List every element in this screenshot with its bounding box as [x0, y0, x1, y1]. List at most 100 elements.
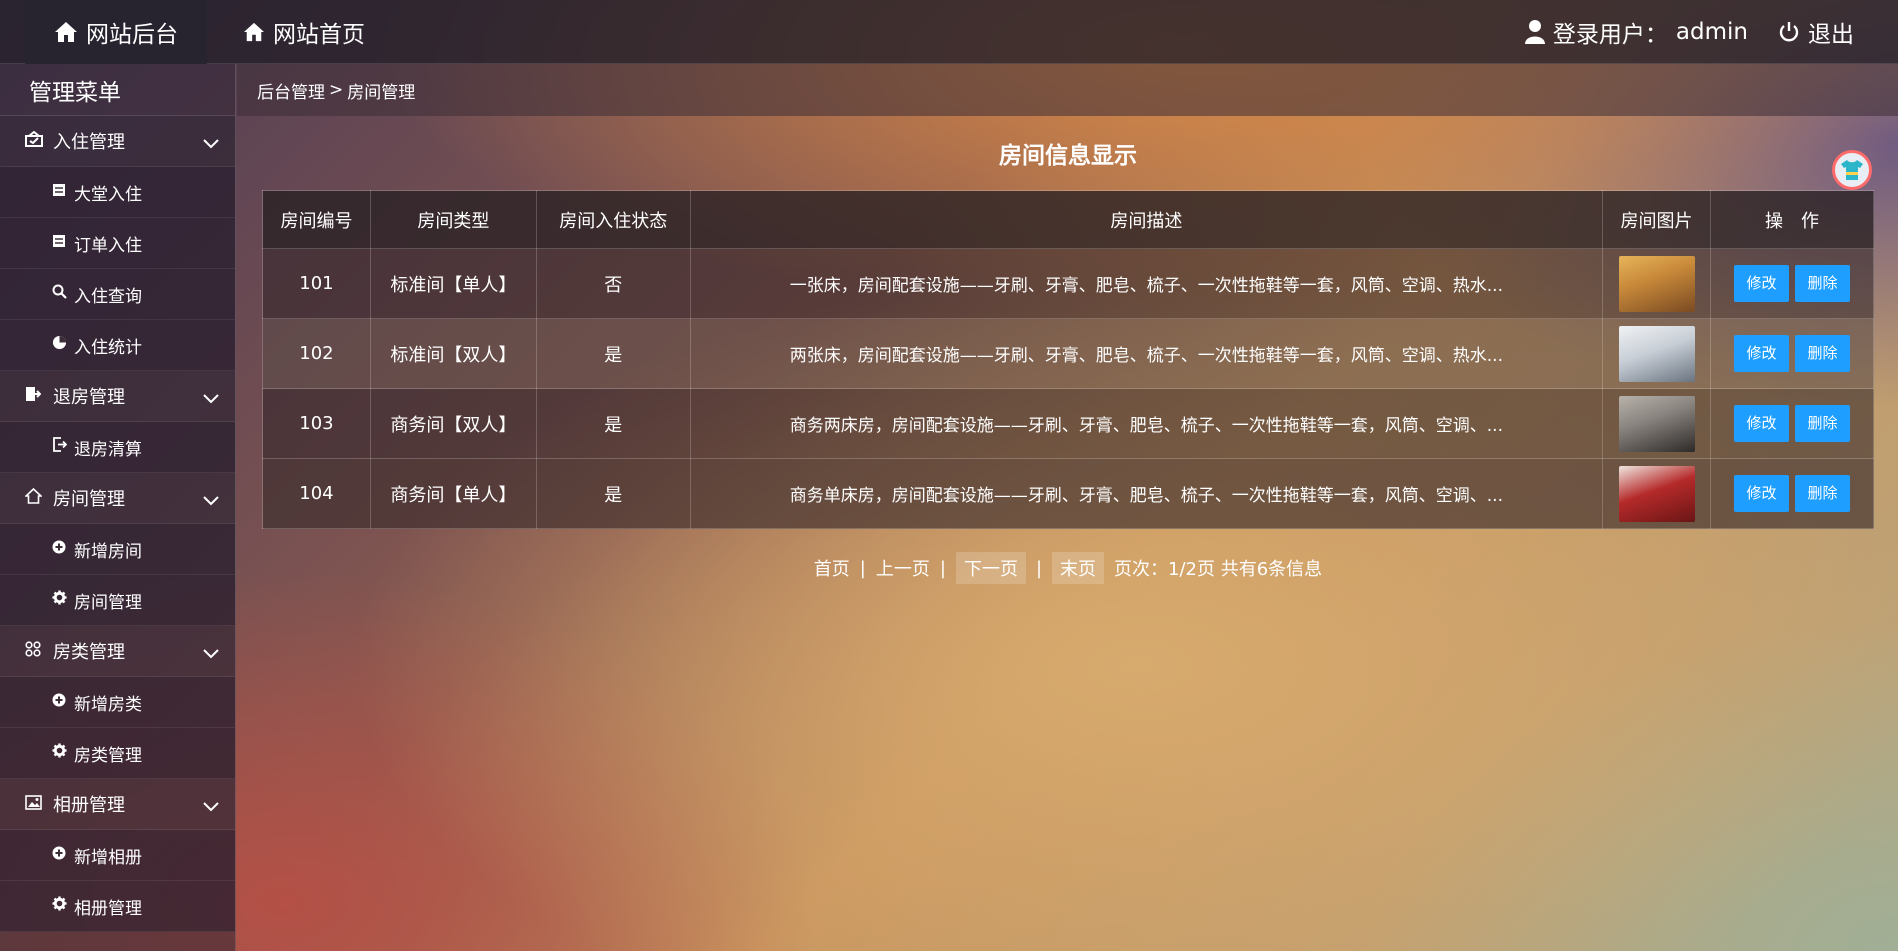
sidebar-item-label: 新增房类 — [74, 694, 142, 715]
sidebar-item-checkin-stats[interactable]: 入住统计 — [0, 320, 235, 371]
room-type-cell: 标准间【单人】 — [369, 248, 537, 319]
exit-icon — [52, 437, 68, 457]
column-header-description: 房间描述 — [689, 190, 1604, 249]
sidebar-item-label: 入住统计 — [74, 337, 142, 358]
edit-button[interactable]: 修改 — [1734, 405, 1790, 442]
sidebar-item-album-manage[interactable]: 相册管理 — [0, 881, 235, 932]
table-header-row: 房间编号 房间类型 房间入住状态 房间描述 房间图片 操 作 — [262, 190, 1874, 249]
edit-button[interactable]: 修改 — [1734, 335, 1790, 372]
user-area: 登录用户： admin 退出 — [1524, 0, 1854, 64]
brand-label: 网站后台 — [86, 22, 178, 48]
sidebar-item-label: 退房清算 — [74, 439, 142, 460]
checkout-icon — [25, 386, 45, 407]
room-status-cell: 是 — [535, 458, 691, 529]
sidebar-item-label: 相册管理 — [74, 898, 142, 919]
sidebar-item-order-checkin[interactable]: 订单入住 — [0, 218, 235, 269]
last-page-link[interactable]: 末页 — [1052, 552, 1105, 584]
edit-button[interactable]: 修改 — [1734, 475, 1790, 512]
next-page-link[interactable]: 下一页 — [955, 552, 1026, 584]
sidebar-group-room-types[interactable]: 房类管理 — [0, 626, 235, 677]
sidebar-item-label: 入住查询 — [74, 286, 142, 307]
actions-cell: 修改 删除 — [1710, 388, 1874, 459]
plus-circle-icon — [52, 539, 68, 559]
pagination: 首页 | 上一页 | 下一页 | 末页 页次：1/2页 共有6条信息 — [262, 552, 1874, 584]
logout-label: 退出 — [1808, 22, 1854, 48]
sidebar-group-checkout[interactable]: 退房管理 — [0, 371, 235, 422]
room-description-cell: 两张床，房间配套设施——牙刷、牙膏、肥皂、梳子、一次性拖鞋等一套，风筒、空调、热… — [689, 318, 1604, 389]
column-header-status: 房间入住状态 — [535, 190, 691, 249]
edit-button[interactable]: 修改 — [1734, 265, 1790, 302]
logout-button[interactable]: 退出 — [1778, 15, 1854, 49]
prev-page-link[interactable]: 上一页 — [876, 555, 930, 581]
sidebar-item-checkout-settle[interactable]: 退房清算 — [0, 422, 235, 473]
table-row: 104 商务间【单人】 是 商务单床房，房间配套设施——牙刷、牙膏、肥皂、梳子、… — [262, 458, 1874, 529]
site-home-label: 网站首页 — [273, 22, 365, 48]
breadcrumb-root[interactable]: 后台管理 — [257, 78, 325, 103]
brand-link[interactable]: 网站后台 — [25, 0, 207, 64]
gear-icon — [52, 896, 68, 916]
home-icon — [54, 21, 78, 43]
sidebar-item-add-room[interactable]: 新增房间 — [0, 524, 235, 575]
sidebar-group-checkin[interactable]: 入住管理 — [0, 116, 235, 167]
page-title: 房间信息显示 — [999, 143, 1137, 169]
sidebar-item-checkin-query[interactable]: 入住查询 — [0, 269, 235, 320]
site-home-link[interactable]: 网站首页 — [243, 0, 365, 64]
sidebar: 管理菜单 入住管理 大堂入住 订单入住 入住查询 入住统计 退房管理 退房清算 — [0, 64, 236, 951]
sidebar-item-lobby-checkin[interactable]: 大堂入住 — [0, 167, 235, 218]
delete-button[interactable]: 删除 — [1795, 405, 1851, 442]
gear-icon — [52, 590, 68, 610]
sidebar-group-label: 房类管理 — [53, 642, 125, 663]
sidebar-group-label: 房间管理 — [53, 489, 125, 510]
plus-circle-icon — [52, 692, 68, 712]
user-icon — [1524, 20, 1545, 44]
sidebar-item-room-type-manage[interactable]: 房类管理 — [0, 728, 235, 779]
image-icon — [25, 794, 45, 815]
sidebar-group-label: 退房管理 — [53, 387, 125, 408]
skin-theme-icon[interactable] — [1832, 150, 1872, 190]
actions-cell: 修改 删除 — [1710, 248, 1874, 319]
page-info: 页次：1/2页 共有6条信息 — [1114, 559, 1323, 580]
room-status-cell: 是 — [535, 318, 691, 389]
sidebar-group-label: 入住管理 — [53, 132, 125, 153]
room-table: 房间编号 房间类型 房间入住状态 房间描述 房间图片 操 作 101 标准间【单… — [262, 190, 1874, 529]
table-row: 102 标准间【双人】 是 两张床，房间配套设施——牙刷、牙膏、肥皂、梳子、一次… — [262, 318, 1874, 389]
chevron-down-icon — [203, 643, 219, 664]
room-no-cell: 102 — [262, 318, 371, 389]
column-header-image: 房间图片 — [1602, 190, 1712, 249]
sidebar-item-add-album[interactable]: 新增相册 — [0, 830, 235, 881]
delete-button[interactable]: 删除 — [1795, 265, 1851, 302]
room-description-cell: 商务两床房，房间配套设施——牙刷、牙膏、肥皂、梳子、一次性拖鞋等一套，风筒、空调… — [689, 388, 1604, 459]
room-no-cell: 103 — [262, 388, 371, 459]
sidebar-group-albums[interactable]: 相册管理 — [0, 779, 235, 830]
column-header-actions: 操 作 — [1710, 190, 1874, 249]
doc-icon — [52, 233, 68, 253]
sidebar-item-label: 房类管理 — [74, 745, 142, 766]
delete-button[interactable]: 删除 — [1795, 335, 1851, 372]
delete-button[interactable]: 删除 — [1795, 475, 1851, 512]
checkin-icon — [25, 130, 45, 152]
room-image-cell — [1602, 458, 1712, 529]
power-icon — [1778, 21, 1800, 43]
actions-cell: 修改 删除 — [1710, 318, 1874, 389]
plus-circle-icon — [52, 845, 68, 865]
user-name: admin — [1675, 19, 1748, 45]
breadcrumb-separator: > — [329, 80, 344, 100]
room-thumbnail — [1618, 395, 1695, 452]
pager-separator: | — [1035, 557, 1043, 579]
pager-separator: | — [859, 557, 866, 579]
pie-chart-icon — [52, 335, 68, 355]
home-icon — [243, 22, 265, 42]
room-type-cell: 标准间【双人】 — [369, 318, 537, 389]
room-type-cell: 商务间【双人】 — [369, 388, 537, 459]
current-user: 登录用户： admin — [1524, 15, 1748, 49]
sidebar-group-rooms[interactable]: 房间管理 — [0, 473, 235, 524]
sidebar-item-label: 大堂入住 — [74, 184, 142, 205]
chevron-down-icon — [203, 388, 219, 409]
sidebar-item-room-manage[interactable]: 房间管理 — [0, 575, 235, 626]
first-page-link[interactable]: 首页 — [814, 555, 850, 581]
room-status-cell: 否 — [535, 248, 691, 319]
sidebar-item-add-room-type[interactable]: 新增房类 — [0, 677, 235, 728]
search-icon — [52, 284, 68, 304]
breadcrumb-current: 房间管理 — [347, 82, 416, 103]
table-row: 101 标准间【单人】 否 一张床，房间配套设施——牙刷、牙膏、肥皂、梳子、一次… — [262, 248, 1874, 319]
